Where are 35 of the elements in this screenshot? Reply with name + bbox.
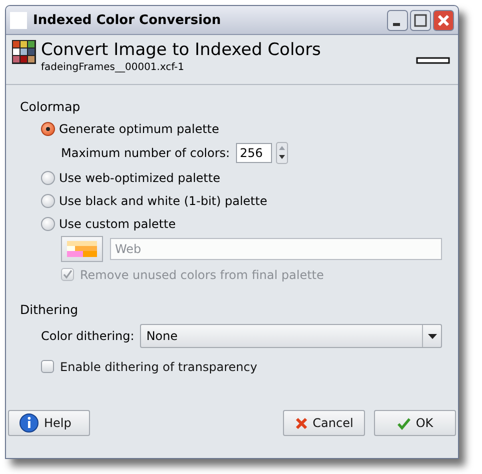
radio-label[interactable]: Use web-optimized palette: [59, 170, 220, 184]
dialog-heading: Convert Image to Indexed Colors: [41, 40, 322, 61]
help-button[interactable]: Help: [8, 410, 90, 436]
palette-grid-icon: [12, 40, 36, 64]
field-label: Color dithering:: [41, 329, 134, 343]
section-heading: Dithering: [20, 300, 80, 319]
checkbox[interactable]: [41, 360, 54, 373]
maximize-icon[interactable]: [410, 10, 431, 30]
radio-button[interactable]: [41, 194, 55, 208]
spin-arrows-icon[interactable]: [276, 142, 288, 164]
ok-button[interactable]: OK: [374, 410, 456, 436]
section-heading: Colormap: [20, 98, 82, 116]
close-icon: [294, 416, 308, 430]
palette-button[interactable]: [61, 236, 103, 262]
colors-spin-field[interactable]: 256: [236, 143, 272, 163]
cancel-button[interactable]: Cancel: [283, 410, 365, 436]
minimize-icon[interactable]: [387, 10, 408, 30]
radio-button[interactable]: [41, 216, 55, 230]
preview-bar-icon: [416, 57, 450, 64]
radio-label[interactable]: Use black and white (1-bit) palette: [59, 194, 268, 208]
checkbox-label[interactable]: Enable dithering of transparency: [60, 360, 258, 374]
field-label: Maximum number of colors:: [61, 146, 230, 160]
palette-swatch-icon: [67, 241, 97, 257]
radio-button[interactable]: [41, 122, 55, 136]
radio-button[interactable]: [41, 170, 55, 184]
dropdown-caret-icon: [428, 334, 436, 338]
dithering-dropdown[interactable]: None: [140, 324, 442, 348]
window-title: Indexed Color Conversion: [33, 12, 222, 28]
checkmark-icon: [396, 416, 411, 430]
radio-label[interactable]: Generate optimum palette: [59, 122, 220, 136]
radio-label[interactable]: Use custom palette: [59, 216, 176, 230]
app-icon: [10, 12, 27, 28]
close-icon[interactable]: [433, 10, 454, 30]
info-icon: [19, 413, 39, 433]
image-name: fadeingFrames__00001.xcf-1: [41, 62, 186, 73]
